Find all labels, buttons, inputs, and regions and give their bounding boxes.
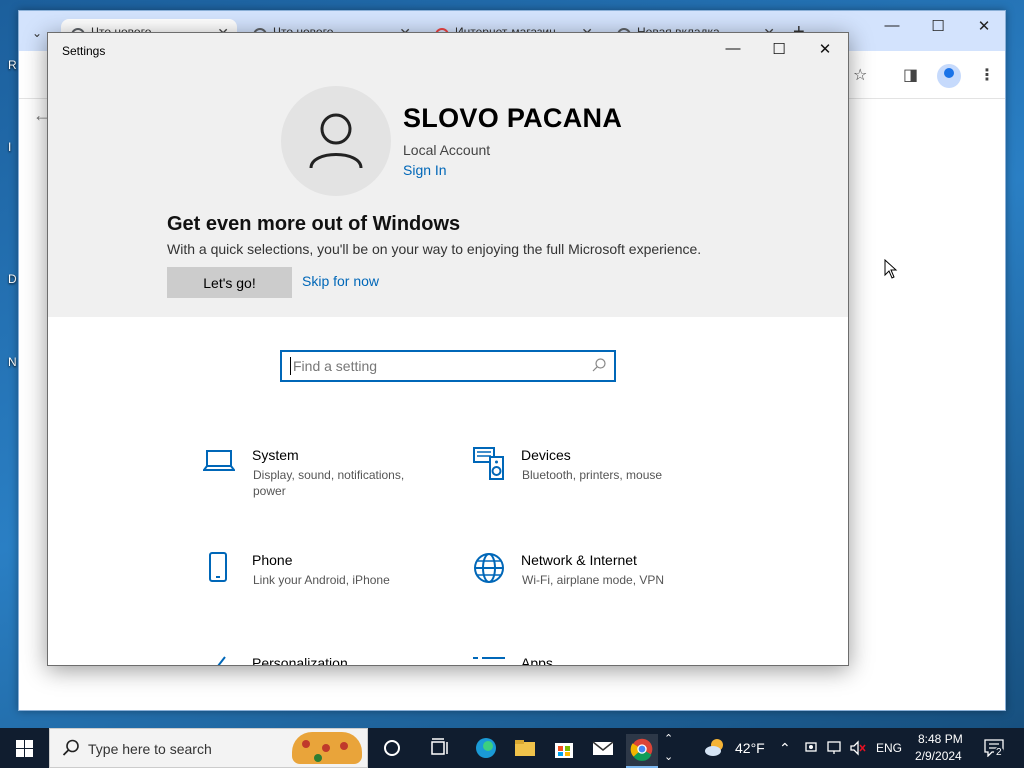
sign-in-link[interactable]: Sign In	[403, 162, 447, 178]
task-view-icon[interactable]	[426, 734, 454, 762]
windows-logo-icon	[16, 749, 24, 757]
find-setting-box[interactable]	[280, 350, 616, 382]
clock-date[interactable]: 2/9/2024	[915, 749, 962, 763]
category-description: Bluetooth, printers, mouse	[522, 468, 663, 482]
network-icon[interactable]	[826, 740, 842, 756]
chrome-maximize-button[interactable]: ☐	[915, 17, 961, 35]
skip-for-now-link[interactable]: Skip for now	[302, 273, 379, 289]
tab-search-button[interactable]: ⌄	[27, 23, 47, 43]
file-explorer-icon[interactable]	[511, 734, 539, 762]
pizza-highlight-icon[interactable]	[292, 732, 362, 764]
chrome-menu-icon[interactable]: ⋮	[979, 65, 995, 85]
windows-logo-icon	[25, 749, 33, 757]
mail-icon[interactable]	[589, 734, 617, 762]
windows-logo-icon	[16, 740, 24, 748]
globe-icon	[474, 553, 504, 583]
category-system[interactable]: System Display, sound, notifications, po…	[203, 447, 453, 507]
category-apps[interactable]: Apps	[472, 655, 722, 666]
minimize-button[interactable]: —	[710, 40, 756, 57]
notification-count-badge: 2	[994, 747, 1004, 758]
weather-cloud-icon[interactable]	[703, 736, 727, 760]
taskbar-search-box[interactable]: Type here to search	[49, 728, 368, 768]
search-icon	[592, 358, 606, 372]
desktop-icon-label[interactable]: D	[8, 272, 17, 286]
desktop-icon-label[interactable]: N	[8, 355, 17, 369]
account-type: Local Account	[403, 142, 491, 158]
store-icon[interactable]	[550, 734, 578, 762]
account-name: SLOVO PACANA	[403, 103, 623, 133]
category-name: Apps	[521, 655, 553, 666]
promo-title: Get even more out of Windows	[167, 213, 461, 235]
phone-icon	[209, 552, 227, 582]
promo-text: With a quick selections, you'll be on yo…	[167, 241, 702, 257]
devices-icon	[473, 447, 504, 480]
category-personalization[interactable]: Personalization	[203, 655, 453, 666]
category-description: Link your Android, iPhone	[253, 573, 390, 587]
weather-temperature[interactable]: 42°F	[735, 740, 765, 756]
language-indicator[interactable]: ENG	[876, 741, 902, 755]
volume-muted-icon[interactable]	[849, 740, 867, 756]
show-hidden-icons-icon[interactable]: ⌃	[779, 740, 791, 757]
search-icon	[62, 739, 79, 756]
apps-list-icon	[473, 657, 505, 659]
chrome-close-button[interactable]: ✕	[961, 17, 1007, 35]
desktop-icon-label[interactable]: R	[8, 58, 17, 72]
desktop-icon-label[interactable]: I	[8, 140, 11, 154]
meet-now-icon[interactable]	[804, 740, 818, 756]
search-input[interactable]	[290, 357, 580, 375]
scroll-arrows-icon[interactable]: ⌃ ⌄	[664, 730, 673, 766]
start-button[interactable]	[0, 728, 48, 768]
maximize-button[interactable]: ☐	[756, 40, 802, 58]
category-phone[interactable]: Phone Link your Android, iPhone	[203, 552, 453, 602]
search-placeholder: Type here to search	[88, 741, 212, 757]
chrome-minimize-button[interactable]: —	[869, 17, 915, 34]
clock-time[interactable]: 8:48 PM	[918, 732, 963, 746]
settings-window: Settings — ☐ ✕ SLOVO PACANA Local Accoun…	[47, 32, 849, 666]
window-title: Settings	[62, 44, 106, 58]
laptop-icon	[203, 450, 235, 471]
chrome-taskbar-icon[interactable]	[626, 734, 658, 768]
taskbar: Type here to search ⌃ ⌄ 42°F ⌃ ENG 8:48 …	[0, 728, 1024, 768]
lets-go-button[interactable]: Let's go!	[167, 267, 292, 298]
category-name: Devices	[521, 447, 571, 463]
close-button[interactable]: ✕	[802, 40, 848, 58]
category-description: Display, sound, notifications, power	[253, 468, 405, 498]
avatar[interactable]	[281, 86, 391, 196]
category-name: Network & Internet	[521, 552, 637, 568]
profile-avatar-icon[interactable]	[937, 64, 961, 88]
edge-icon[interactable]	[472, 734, 500, 762]
windows-logo-icon	[25, 740, 33, 748]
bookmark-star-icon[interactable]: ☆	[853, 65, 867, 85]
side-panel-icon[interactable]: ◨	[903, 65, 918, 85]
category-name: System	[252, 447, 299, 463]
category-devices[interactable]: Devices Bluetooth, printers, mouse	[472, 447, 722, 507]
category-name: Phone	[252, 552, 293, 568]
mouse-cursor-icon	[884, 259, 898, 279]
category-network[interactable]: Network & Internet Wi-Fi, airplane mode,…	[472, 552, 722, 602]
cortana-icon[interactable]	[378, 734, 406, 762]
brush-icon	[217, 656, 226, 665]
category-name: Personalization	[252, 655, 348, 666]
settings-titlebar[interactable]: Settings — ☐ ✕	[48, 33, 848, 67]
user-icon	[309, 113, 363, 169]
category-description: Wi-Fi, airplane mode, VPN	[522, 573, 665, 587]
